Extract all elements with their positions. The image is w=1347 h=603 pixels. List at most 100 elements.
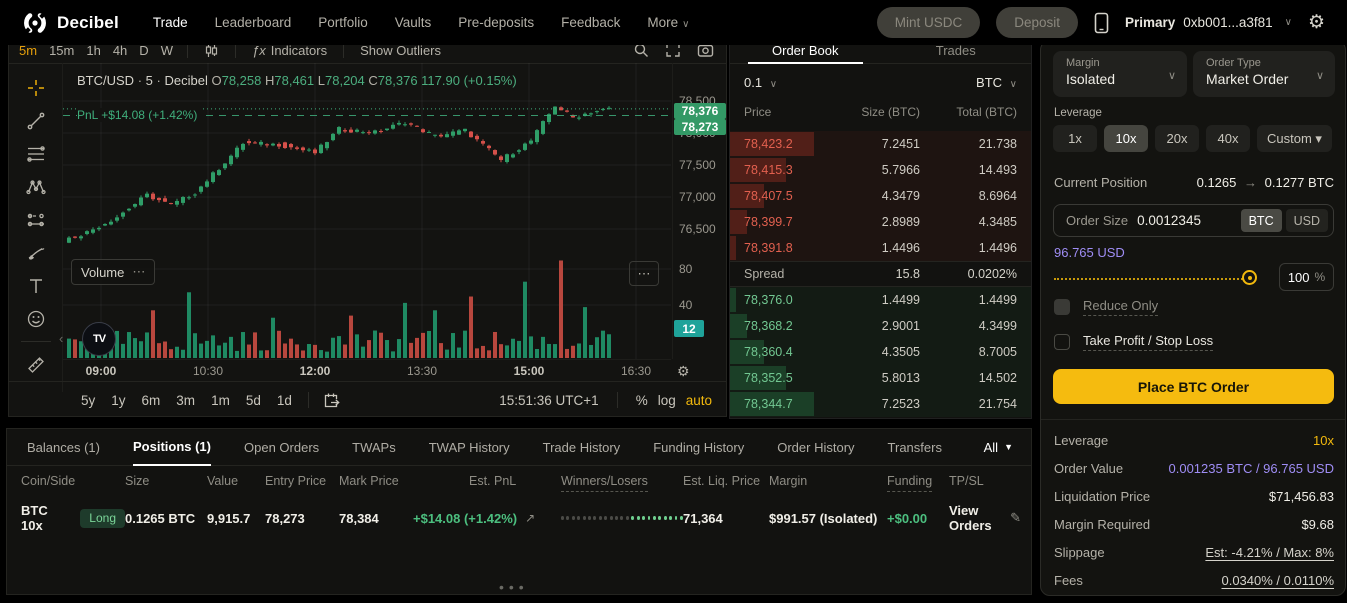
- order-type-dropdown[interactable]: Order Type Market Order ∨: [1193, 51, 1335, 97]
- mobile-device-icon[interactable]: [1094, 12, 1109, 34]
- bid-row[interactable]: 78,376.01.44991.4499: [730, 287, 1031, 313]
- ask-row[interactable]: 78,407.54.34798.6964: [730, 183, 1031, 209]
- order-size-input[interactable]: Order Size 0.0012345 BTC USD: [1053, 204, 1334, 237]
- settings-gear-icon[interactable]: ⚙: [1308, 11, 1325, 34]
- tab-twaps[interactable]: TWAPs: [352, 429, 396, 466]
- size-slider-handle[interactable]: [1242, 270, 1257, 285]
- ask-row[interactable]: 78,399.72.89894.3485: [730, 209, 1031, 235]
- account-selector[interactable]: Primary 0xb001...a3f81 ∨: [1125, 15, 1292, 30]
- range-3m[interactable]: 3m: [176, 393, 195, 408]
- tab-trade-history[interactable]: Trade History: [543, 429, 621, 466]
- mint-usdc-button[interactable]: Mint USDC: [877, 7, 981, 38]
- deposit-button[interactable]: Deposit: [996, 7, 1078, 38]
- tab-balances[interactable]: Balances (1): [27, 429, 100, 466]
- volume-options-button[interactable]: ⋯: [629, 261, 659, 286]
- margin-dropdown[interactable]: Margin Isolated ∨: [1053, 51, 1187, 97]
- tpsl-label[interactable]: Take Profit / Stop Loss: [1083, 333, 1213, 351]
- order-stats-divider: [1041, 419, 1345, 420]
- ask-row[interactable]: 78,415.35.796614.493: [730, 157, 1031, 183]
- leverage-1x-button[interactable]: 1x: [1053, 125, 1097, 152]
- leverage-custom-button[interactable]: Custom ▾: [1257, 125, 1332, 152]
- leverage-10x-button[interactable]: 10x: [1104, 125, 1148, 152]
- place-order-button[interactable]: Place BTC Order: [1053, 369, 1334, 404]
- nav-item-portfolio[interactable]: Portfolio: [318, 15, 368, 30]
- position-row[interactable]: BTC 10x Long 0.1265 BTC 9,915.7 78,273 7…: [7, 496, 1031, 540]
- nav-item-more[interactable]: More∨: [647, 15, 689, 30]
- axis-settings-gear-icon[interactable]: ⚙: [677, 363, 690, 380]
- size-slider-track[interactable]: [1054, 278, 1250, 280]
- reduce-only-label[interactable]: Reduce Only: [1083, 298, 1158, 316]
- time-axis[interactable]: 09:00 10:30 12:00 13:30 15:00 16:30: [63, 359, 671, 382]
- text-tool-icon[interactable]: [19, 269, 53, 302]
- tab-positions[interactable]: Positions (1): [133, 429, 211, 466]
- brand[interactable]: Decibel: [22, 10, 119, 36]
- nav-item-predeposits[interactable]: Pre-deposits: [458, 15, 534, 30]
- ask-row[interactable]: 78,423.27.245121.738: [730, 131, 1031, 157]
- nav-item-vaults[interactable]: Vaults: [395, 15, 432, 30]
- emoji-tool-icon[interactable]: [19, 302, 53, 335]
- unit-dropdown[interactable]: BTC ∨: [976, 75, 1017, 90]
- bid-row[interactable]: 78,360.44.35058.7005: [730, 339, 1031, 365]
- share-pnl-icon[interactable]: ↗: [525, 511, 535, 525]
- nav-item-leaderboard[interactable]: Leaderboard: [215, 15, 292, 30]
- stat-fees-value[interactable]: 0.0340% / 0.0110%: [1221, 573, 1334, 588]
- range-1y[interactable]: 1y: [111, 393, 125, 408]
- unit-usd-button[interactable]: USD: [1286, 209, 1328, 232]
- tab-funding-history[interactable]: Funding History: [653, 429, 744, 466]
- edit-pencil-icon[interactable]: ✎: [1010, 510, 1021, 526]
- clock-display[interactable]: 15:51:36 UTC+1: [499, 393, 598, 408]
- tick-size-dropdown[interactable]: 0.1 ∨: [744, 75, 777, 90]
- brush-tool-icon[interactable]: [19, 236, 53, 269]
- xabcd-pattern-tool-icon[interactable]: [19, 170, 53, 203]
- filter-dropdown[interactable]: All▼: [984, 440, 1013, 455]
- crosshair-tool-icon[interactable]: [19, 71, 53, 104]
- price-axis[interactable]: 78,500 78,000 77,500 77,000 76,500 78,37…: [672, 63, 727, 359]
- nav-item-feedback[interactable]: Feedback: [561, 15, 620, 30]
- unit-btc-button[interactable]: BTC: [1241, 209, 1282, 232]
- tpsl-checkbox[interactable]: [1054, 334, 1070, 350]
- volume-tick: 80: [679, 262, 692, 276]
- tradingview-logo[interactable]: TV: [82, 322, 116, 356]
- position-tool-icon[interactable]: [19, 203, 53, 236]
- percent-scale-button[interactable]: %: [636, 393, 648, 408]
- order-size-value[interactable]: 0.0012345: [1137, 213, 1201, 228]
- entry-price-badge: 78,273: [674, 119, 726, 135]
- reduce-only-checkbox[interactable]: [1054, 299, 1070, 315]
- spread-row: Spread 15.8 0.0202%: [730, 261, 1031, 287]
- collapse-toolbar-chevron-icon[interactable]: ‹: [59, 331, 63, 346]
- ask-row[interactable]: 78,391.81.44961.4496: [730, 235, 1031, 261]
- volume-more-icon[interactable]: ⋯: [132, 264, 145, 280]
- go-to-date-calendar-icon[interactable]: [323, 392, 342, 409]
- time-tick: 16:30: [621, 364, 651, 378]
- leverage-40x-button[interactable]: 40x: [1206, 125, 1250, 152]
- price-tick: 76,500: [679, 222, 716, 236]
- tab-open-orders[interactable]: Open Orders: [244, 429, 319, 466]
- time-tick: 13:30: [407, 364, 437, 378]
- range-6m[interactable]: 6m: [142, 393, 161, 408]
- nav-item-trade[interactable]: Trade: [153, 15, 188, 30]
- range-1d[interactable]: 1d: [277, 393, 292, 408]
- bid-row[interactable]: 78,352.55.801314.502: [730, 365, 1031, 391]
- log-scale-button[interactable]: log: [658, 393, 676, 408]
- auto-scale-button[interactable]: auto: [686, 393, 712, 408]
- tab-order-history[interactable]: Order History: [777, 429, 854, 466]
- positions-panel: Balances (1) Positions (1) Open Orders T…: [6, 428, 1032, 595]
- fib-retracement-tool-icon[interactable]: [19, 137, 53, 170]
- chart-panel: 5m 15m 1h 4h D W ƒx Indicators Show Outl…: [8, 36, 727, 417]
- bid-row[interactable]: 78,344.77.252321.754: [730, 391, 1031, 417]
- size-percent-input[interactable]: 100%: [1279, 263, 1334, 291]
- measure-ruler-tool-icon[interactable]: [19, 348, 53, 381]
- tab-twap-history[interactable]: TWAP History: [429, 429, 510, 466]
- view-orders-link[interactable]: View Orders: [949, 503, 1010, 533]
- bid-row[interactable]: 78,368.22.90014.3499: [730, 313, 1031, 339]
- range-5y[interactable]: 5y: [81, 393, 95, 408]
- stat-slippage-value[interactable]: Est: -4.21% / Max: 8%: [1205, 545, 1334, 560]
- range-1m[interactable]: 1m: [211, 393, 230, 408]
- trend-line-tool-icon[interactable]: [19, 104, 53, 137]
- tab-transfers[interactable]: Transfers: [888, 429, 942, 466]
- leverage-20x-button[interactable]: 20x: [1155, 125, 1199, 152]
- range-5d[interactable]: 5d: [246, 393, 261, 408]
- toolbar-divider: [21, 341, 51, 342]
- chart-plot-area[interactable]: BTC/USD · 5 · Decibel O78,258 H78,461 L7…: [63, 63, 671, 359]
- volume-indicator-label[interactable]: Volume ⋯: [71, 259, 155, 285]
